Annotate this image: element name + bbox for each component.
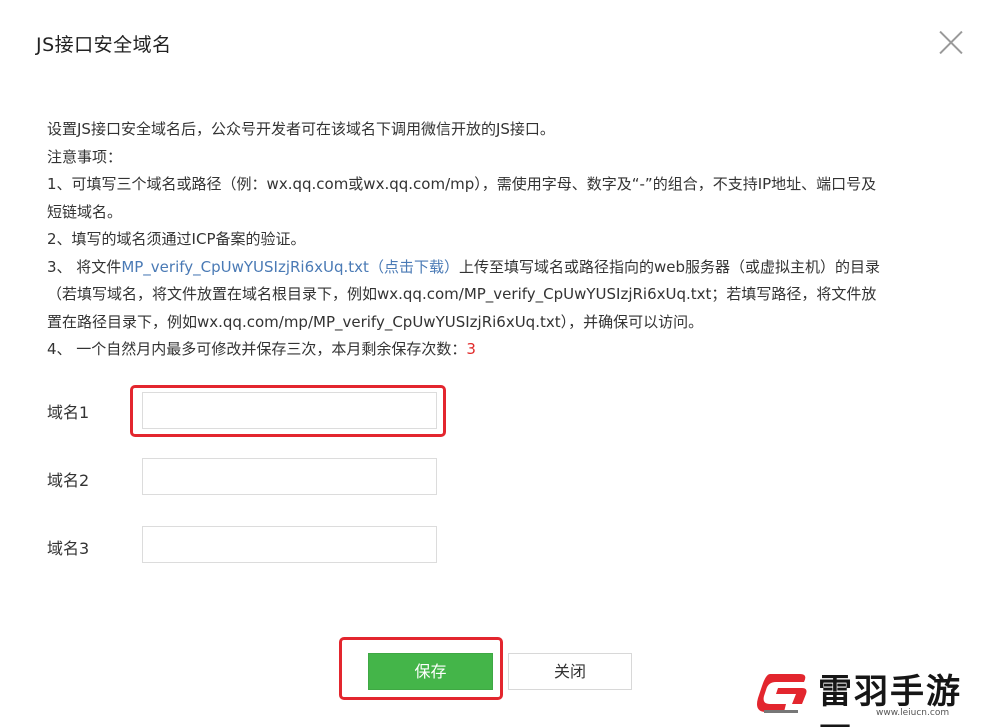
watermark-logo-icon xyxy=(757,674,807,713)
save-button[interactable]: 保存 xyxy=(368,653,493,690)
notice-title: 注意事项： xyxy=(47,147,123,166)
close-button[interactable]: 关闭 xyxy=(508,653,632,690)
intro-text: 设置JS接口安全域名后，公众号开发者可在该域名下调用微信开放的JS接口。 xyxy=(47,120,555,138)
domain2-label: 域名2 xyxy=(47,471,90,490)
watermark: 雷羽手游网 www.leiucn.com xyxy=(756,664,996,727)
close-icon[interactable] xyxy=(936,27,966,57)
download-link[interactable]: （点击下载） xyxy=(369,258,459,276)
notice-item-1: 1、可填写三个域名或路径（例：wx.qq.com或wx.qq.com/mp），需… xyxy=(47,175,877,193)
notice-item-4: 4、 一个自然月内最多可修改并保存三次，本月剩余保存次数：3 xyxy=(47,336,957,364)
remaining-count: 3 xyxy=(466,340,476,358)
notice-item-2: 2、填写的域名须通过ICP备案的验证。 xyxy=(47,230,306,248)
notice-item-3: 3、 将文件MP_verify_CpUwYUSIzjRi6xUq.txt（点击下… xyxy=(47,254,957,282)
domain2-input[interactable] xyxy=(142,458,437,495)
domain1-label: 域名1 xyxy=(47,403,90,422)
notice-item-3-line2: （若填写域名，将文件放置在域名根目录下，例如wx.qq.com/MP_verif… xyxy=(47,285,877,303)
dialog: JS接口安全域名 设置JS接口安全域名后，公众号开发者可在该域名下调用微信开放的… xyxy=(0,0,1000,727)
watermark-url: www.leiucn.com xyxy=(876,708,950,718)
notice-item-3-suffix: 上传至填写域名或路径指向的web服务器（或虚拟主机）的目录 xyxy=(458,257,880,276)
description: 设置JS接口安全域名后，公众号开发者可在该域名下调用微信开放的JS接口。 注意事… xyxy=(47,116,957,364)
notice-item-4-text: 4、 一个自然月内最多可修改并保存三次，本月剩余保存次数： xyxy=(47,340,467,358)
dialog-title: JS接口安全域名 xyxy=(36,34,172,56)
verify-file-link[interactable]: MP_verify_CpUwYUSIzjRi6xUq.txt xyxy=(121,258,369,276)
domain3-input[interactable] xyxy=(142,526,437,563)
notice-item-1-cont: 短链域名。 xyxy=(47,202,123,221)
notice-item-3-prefix: 3、 将文件 xyxy=(47,257,122,276)
domain1-input[interactable] xyxy=(142,392,437,429)
domain3-label: 域名3 xyxy=(47,539,90,558)
notice-item-3-line3: 置在路径目录下，例如wx.qq.com/mp/MP_verify_CpUwYUS… xyxy=(47,312,704,331)
